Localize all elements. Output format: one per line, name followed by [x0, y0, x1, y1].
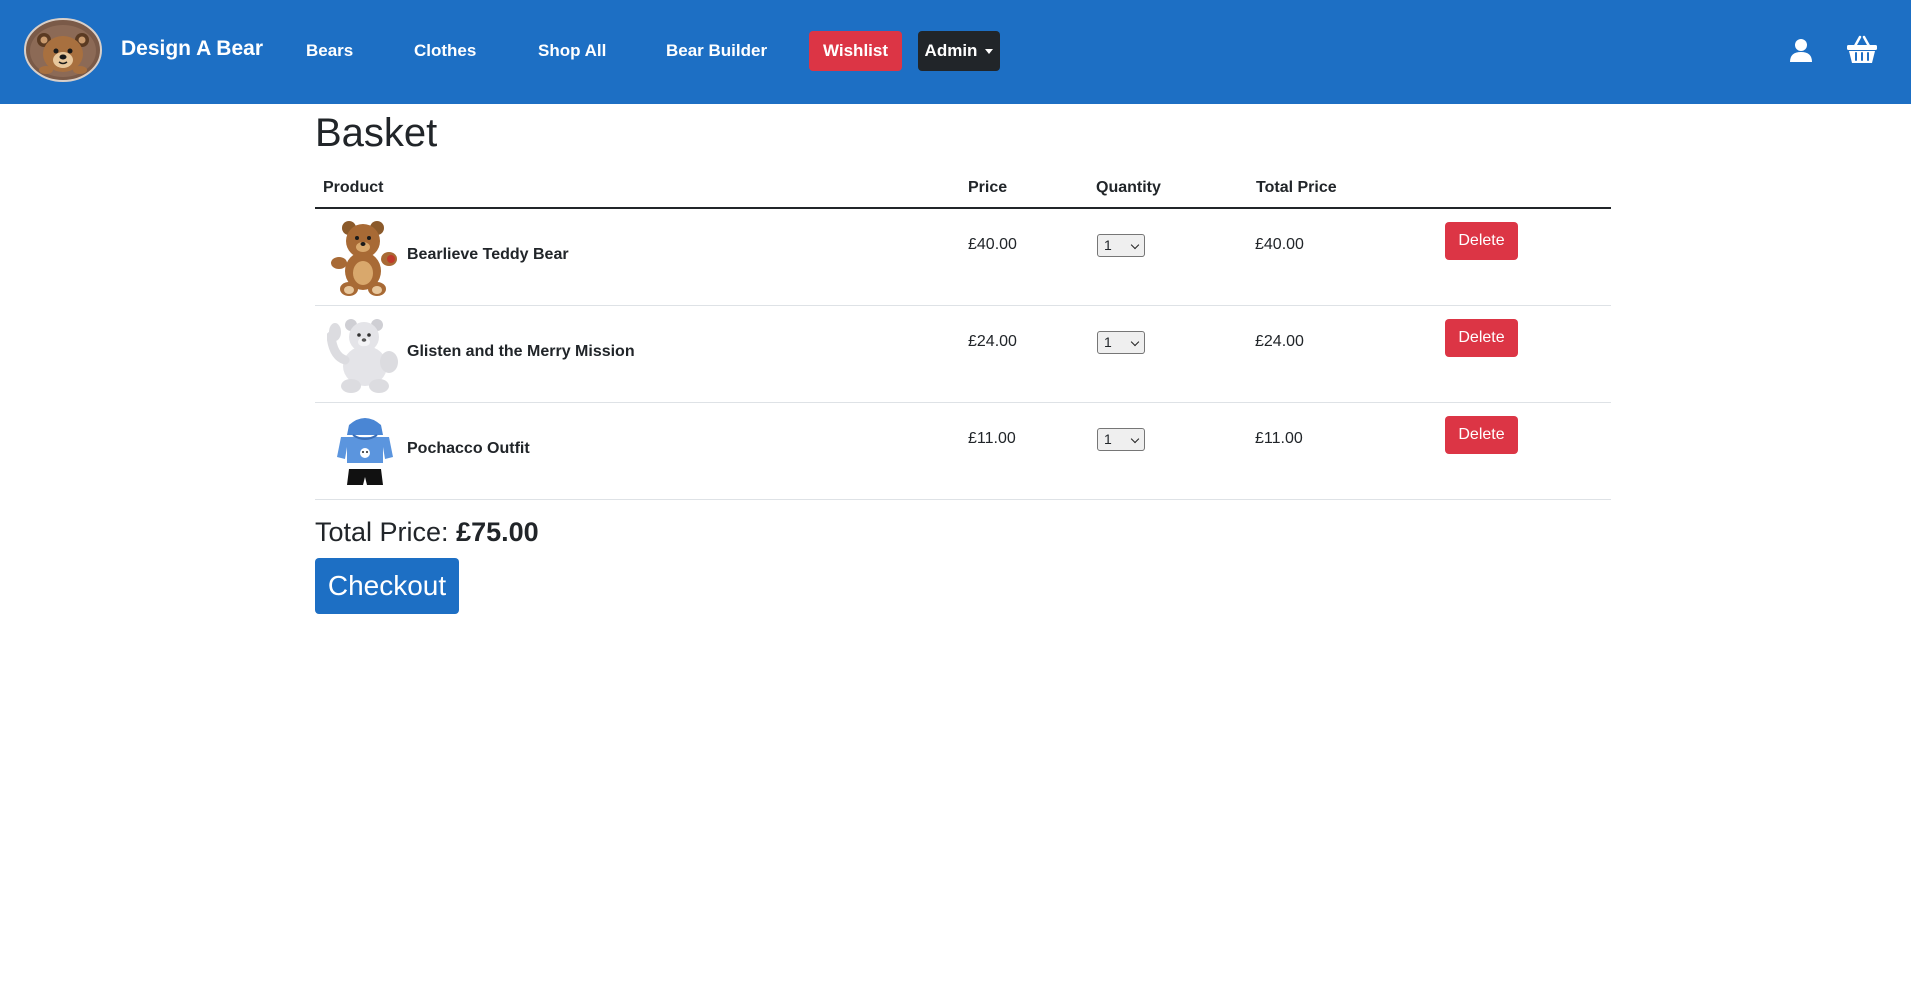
product-price: £40.00 [968, 236, 1017, 253]
column-header-product: Product [323, 179, 384, 196]
admin-label: Admin [924, 41, 978, 60]
row-divider [315, 499, 1611, 500]
total-price-label: Total Price: [315, 517, 457, 547]
product-image [326, 316, 403, 394]
chevron-down-icon [985, 48, 994, 54]
column-header-total-price: Total Price [1256, 179, 1337, 196]
total-price-value: £75.00 [456, 517, 539, 547]
nav-link-bears[interactable]: Bears [306, 41, 353, 61]
bear-logo-icon[interactable] [24, 18, 102, 82]
admin-dropdown-button[interactable]: Admin [918, 31, 1000, 71]
wishlist-label: Wishlist [822, 41, 889, 60]
row-total-price: £24.00 [1255, 333, 1304, 350]
quantity-value: 1 [1104, 237, 1112, 253]
nav-link-shop-all[interactable]: Shop All [538, 41, 606, 61]
delete-button[interactable]: Delete [1445, 416, 1518, 454]
chevron-down-icon [1130, 434, 1140, 444]
quantity-value: 1 [1104, 334, 1112, 350]
nav-link-bear-builder[interactable]: Bear Builder [666, 41, 767, 61]
product-name: Bearlieve Teddy Bear [407, 246, 569, 263]
quantity-value: 1 [1104, 431, 1112, 447]
delete-label: Delete [1458, 232, 1505, 249]
column-header-price: Price [968, 179, 1008, 196]
checkout-button[interactable]: Checkout [315, 558, 459, 614]
product-name: Glisten and the Merry Mission [407, 343, 635, 360]
table-row: Bearlieve Teddy Bear £40.00 1 £40.00 Del… [315, 209, 1611, 305]
basket-icon[interactable] [1846, 35, 1878, 65]
brand-name[interactable]: Design A Bear [121, 37, 263, 61]
chevron-down-icon [1130, 240, 1140, 250]
navbar: Design A Bear Bears Clothes Shop All Bea… [0, 0, 1911, 104]
table-row: Pochacco Outfit £11.00 1 £11.00 Delete [315, 403, 1611, 499]
quantity-select[interactable]: 1 [1097, 428, 1145, 451]
product-name: Pochacco Outfit [407, 440, 530, 457]
user-icon[interactable] [1788, 37, 1814, 63]
row-total-price: £11.00 [1255, 430, 1303, 447]
chevron-down-icon [1130, 337, 1140, 347]
delete-button[interactable]: Delete [1445, 222, 1518, 260]
product-price: £24.00 [968, 333, 1017, 350]
page-title: Basket [315, 111, 438, 155]
quantity-select[interactable]: 1 [1097, 331, 1145, 354]
product-image [327, 219, 403, 297]
basket-total: Total Price: £75.00 [315, 517, 539, 548]
nav-link-clothes[interactable]: Clothes [414, 41, 476, 61]
delete-label: Delete [1458, 329, 1505, 346]
delete-label: Delete [1458, 426, 1505, 443]
product-image [327, 413, 403, 491]
checkout-label: Checkout [327, 570, 447, 601]
table-row: Glisten and the Merry Mission £24.00 1 £… [315, 306, 1611, 402]
wishlist-button[interactable]: Wishlist [809, 31, 902, 71]
quantity-select[interactable]: 1 [1097, 234, 1145, 257]
product-price: £11.00 [968, 430, 1016, 447]
delete-button[interactable]: Delete [1445, 319, 1518, 357]
row-total-price: £40.00 [1255, 236, 1304, 253]
column-header-quantity: Quantity [1096, 179, 1161, 196]
